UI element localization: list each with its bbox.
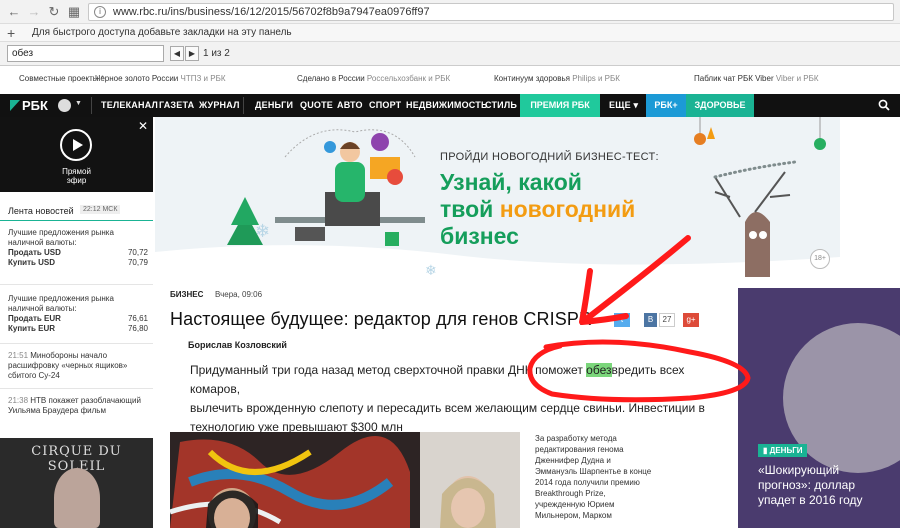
nav-health-button[interactable]: ЗДОРОВЬЕ — [686, 94, 754, 117]
rubric-badge: ▮ ДЕНЬГИ — [758, 444, 808, 457]
photo-caption: За разработку метода редактирования гено… — [535, 434, 652, 520]
cirque-ad[interactable]: CIRQUE DU SOLEIL — [0, 438, 153, 528]
live-stream-widget[interactable]: ✕ Прямой эфир — [0, 117, 153, 192]
article-author[interactable]: Борислав Козловский — [188, 340, 287, 350]
back-arrow-icon[interactable]: ← — [6, 4, 22, 20]
find-highlight: обез — [586, 363, 612, 377]
region-globe-icon[interactable] — [58, 99, 71, 112]
banner-kicker: ПРОЙДИ НОВОГОДНИЙ БИЗНЕС-ТЕСТ: — [440, 151, 659, 163]
url-field[interactable]: i www.rbc.ru/ins/business/16/12/2015/567… — [88, 3, 894, 21]
url-text: www.rbc.ru/ins/business/16/12/2015/56702… — [113, 6, 430, 18]
nav-divider — [91, 97, 92, 114]
vk-share-icon[interactable]: В — [644, 313, 657, 327]
rbc-logo-mark-icon — [10, 100, 20, 111]
close-icon[interactable]: ✕ — [138, 119, 148, 133]
play-icon[interactable] — [60, 129, 92, 161]
article-photo[interactable] — [170, 432, 520, 528]
banner-headline: Узнай, какой твой новогодний бизнес — [440, 169, 636, 249]
news-feed-heading[interactable]: Лента новостей — [8, 206, 74, 216]
browser-address-bar: ← → ↻ ▦ i www.rbc.ru/ins/business/16/12/… — [0, 0, 900, 24]
nav-item-auto[interactable]: АВТО — [337, 100, 363, 110]
bookmarks-hint: Для быстрого доступа добавьте закладки н… — [32, 27, 292, 38]
promo-link[interactable]: Сделано в России Россельхозбанк и РБК — [297, 74, 450, 83]
photo-art — [170, 432, 520, 528]
article-date: Вчера, 09:06 — [215, 290, 263, 299]
divider — [0, 284, 153, 285]
eur-rates[interactable]: Лучшие предложения рынка наличной валюты… — [8, 294, 148, 334]
divider — [0, 343, 153, 344]
age-rating-badge: 18+ — [810, 249, 830, 269]
usd-rates[interactable]: Лучшие предложения рынка наличной валюты… — [8, 228, 148, 268]
nav-rbc-plus-button[interactable]: РБК+ — [646, 94, 686, 117]
nav-item-newspaper[interactable]: ГАЗЕТА — [159, 100, 194, 110]
nav-item-quote[interactable]: QUOTE — [300, 100, 333, 110]
find-input[interactable] — [7, 45, 164, 62]
promo-link[interactable]: Паблик чат РБК Viber Viber и РБК — [694, 74, 819, 83]
nav-item-style[interactable]: СТИЛЬ — [485, 100, 517, 110]
bookmarks-bar: + Для быстрого доступа добавьте закладки… — [0, 24, 900, 42]
nav-item-sport[interactable]: СПОРТ — [369, 100, 401, 110]
add-bookmark-icon[interactable]: + — [7, 25, 15, 41]
reload-icon[interactable]: ↻ — [46, 4, 62, 20]
find-next-icon[interactable]: ▶ — [185, 46, 199, 61]
news-time-badge: 22:12 МСК — [80, 205, 121, 214]
find-bar: ◀ ▶ 1 из 2 — [0, 42, 900, 66]
live-label: Прямой эфир — [62, 167, 91, 185]
news-item[interactable]: 21:51 Минобороны начало расшифровку «чер… — [8, 351, 148, 381]
forward-arrow-icon[interactable]: → — [26, 4, 42, 20]
apps-grid-icon[interactable]: ▦ — [66, 4, 82, 20]
ad-photo — [54, 468, 100, 528]
svg-text:❄: ❄ — [425, 263, 437, 277]
article-title: Настоящее будущее: редактор для генов CR… — [170, 309, 593, 329]
news-divider — [0, 220, 153, 221]
divider — [0, 388, 153, 389]
find-count: 1 из 2 — [203, 48, 230, 59]
promo-link[interactable]: Черное золото России ЧТПЗ и РБК — [95, 74, 225, 83]
gplus-share-icon[interactable]: g+ — [683, 313, 699, 327]
page-info-icon[interactable]: i — [94, 6, 106, 18]
promo-link[interactable]: Континуум здоровья Philips и РБК — [494, 74, 620, 83]
chevron-down-icon[interactable]: ▼ — [75, 100, 82, 107]
nav-premium-button[interactable]: ПРЕМИЯ РБК — [520, 94, 600, 117]
nav-item-tv[interactable]: ТЕЛЕКАНАЛ — [101, 100, 158, 110]
nav-item-magazine[interactable]: ЖУРНАЛ — [199, 100, 240, 110]
promo-link[interactable]: Совместные проекты * — [19, 74, 104, 83]
rbc-logo[interactable]: РБК — [10, 98, 48, 113]
promo-strip: Совместные проекты * Черное золото Росси… — [0, 66, 900, 94]
article-lead: Придуманный три года назад метод сверхто… — [190, 363, 705, 434]
nav-more-button[interactable]: ЕЩЕ ▾ — [609, 100, 638, 111]
newyear-banner[interactable]: ❄ ❄ ПРОЙДИ НОВОГОДНИЙ БИЗНЕС-ТЕСТ: Узнай… — [155, 117, 840, 277]
main-nav: РБК ▼ ТЕЛЕКАНАЛ ГАЗЕТА ЖУРНАЛ ДЕНЬГИ QUO… — [0, 94, 900, 117]
svg-text:❄: ❄ — [255, 221, 270, 242]
nav-item-money[interactable]: ДЕНЬГИ — [255, 100, 293, 110]
find-prev-icon[interactable]: ◀ — [170, 46, 184, 61]
news-item[interactable]: 21:38 НТВ покажет разоблачающий Уильяма … — [8, 396, 148, 416]
vk-share-count: 27 — [659, 313, 675, 327]
promo-headline: «Шокирующий прогноз»: доллар упадет в 20… — [758, 463, 863, 507]
money-promo-card[interactable]: ▮ ДЕНЬГИ «Шокирующий прогноз»: доллар уп… — [738, 288, 900, 528]
nav-item-realty[interactable]: НЕДВИЖИМОСТЬ — [406, 100, 488, 110]
search-icon[interactable] — [878, 99, 890, 111]
article-rubric[interactable]: БИЗНЕС — [170, 290, 203, 299]
nav-divider — [243, 97, 244, 114]
twitter-share-icon[interactable]: t — [614, 313, 630, 327]
